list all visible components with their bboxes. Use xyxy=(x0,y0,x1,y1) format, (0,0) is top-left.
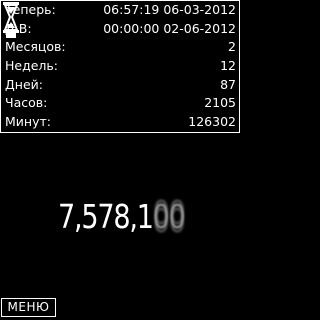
hourglass-icon xyxy=(3,2,19,38)
countdown-counter: 7,578,100 xyxy=(58,193,186,241)
counter-rolling-digits: 00 xyxy=(152,197,186,236)
stats-label: Минут: xyxy=(5,114,51,130)
stats-value: 2105 xyxy=(204,95,236,111)
stats-row-now: Теперь: 06:57:19 06-03-2012 xyxy=(1,1,239,20)
stats-value: 00:00:00 02-06-2012 xyxy=(103,20,236,36)
counter-static-digits: 7,578,1 xyxy=(58,197,154,236)
menu-softkey-button[interactable]: МЕНЮ xyxy=(1,298,56,317)
stats-value: 12 xyxy=(220,58,236,74)
stats-row-weeks: Недель: 12 xyxy=(1,57,239,76)
stats-value: 87 xyxy=(220,76,236,92)
stats-label: Дней: xyxy=(5,76,43,92)
stats-row-minutes: Минут: 126302 xyxy=(1,113,239,132)
stats-table: Теперь: 06:57:19 06-03-2012 Д.В: 00:00:0… xyxy=(0,0,240,133)
stats-label: Часов: xyxy=(5,95,48,111)
stats-value: 126302 xyxy=(188,114,236,130)
stats-label: Месяцов: xyxy=(5,39,66,55)
stats-row-hours: Часов: 2105 xyxy=(1,94,239,113)
stats-value: 2 xyxy=(228,39,236,55)
stats-row-target: Д.В: 00:00:00 02-06-2012 xyxy=(1,20,239,39)
stats-label: Недель: xyxy=(5,58,58,74)
stats-value: 06:57:19 06-03-2012 xyxy=(103,2,236,17)
stats-row-days: Дней: 87 xyxy=(1,76,239,95)
stats-row-months: Месяцов: 2 xyxy=(1,38,239,57)
